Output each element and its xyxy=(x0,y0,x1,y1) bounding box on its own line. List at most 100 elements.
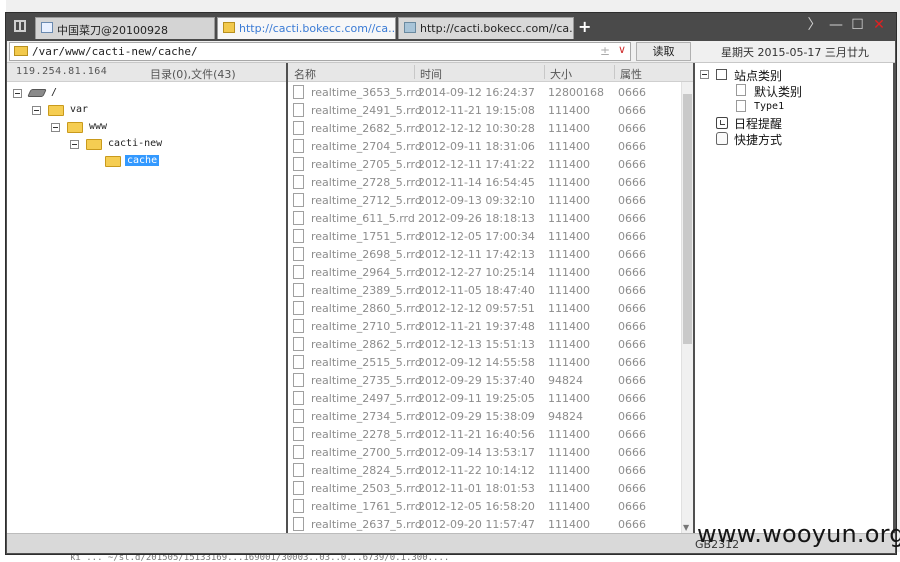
tab-database[interactable]: http://cacti.bokecc.com//ca... xyxy=(398,17,574,39)
site-category-type1[interactable]: Type1 xyxy=(720,99,880,115)
file-icon xyxy=(293,229,304,243)
tree-node-cache-selected[interactable]: cache xyxy=(89,154,239,170)
file-name: realtime_2497_5.rrd xyxy=(311,392,422,405)
file-row[interactable]: realtime_2705_5.rrd 2012-12-11 17:41:22 11… xyxy=(288,156,678,174)
file-row[interactable]: realtime_2515_5.rrd 2012-09-12 14:55:58 11… xyxy=(288,354,678,372)
tab-file-manager-active[interactable]: http://cacti.bokecc.com//ca... xyxy=(217,17,396,39)
column-header-size[interactable]: 大小 xyxy=(550,66,572,82)
file-name: realtime_1761_5.rrd xyxy=(311,500,422,513)
file-attr: 0666 xyxy=(618,482,646,495)
database-icon xyxy=(404,22,416,33)
collapse-icon[interactable] xyxy=(51,123,60,132)
file-row[interactable]: realtime_2698_5.rrd 2012-12-11 17:42:13 11… xyxy=(288,246,678,264)
minimize-button[interactable]: — xyxy=(827,17,845,33)
site-category-root[interactable]: 站点类别 xyxy=(700,67,880,83)
column-divider[interactable] xyxy=(414,65,415,79)
tree-node-label: / xyxy=(51,87,58,98)
close-button[interactable]: ✕ xyxy=(870,17,888,33)
read-button[interactable]: 读取 xyxy=(636,42,691,61)
tab-label: 中国菜刀@20100928 xyxy=(57,24,168,37)
file-row[interactable]: realtime_3653_5.rrd 2014-09-12 16:24:37 12… xyxy=(288,84,678,102)
scrollbar-thumb[interactable] xyxy=(683,94,692,344)
tree-node-root[interactable]: / xyxy=(13,86,163,102)
tab-label: http://cacti.bokecc.com//ca... xyxy=(239,22,396,35)
file-name: realtime_2389_5.rrd xyxy=(311,284,422,297)
collapse-icon[interactable] xyxy=(70,140,79,149)
folder-icon xyxy=(223,22,235,33)
file-size: 111400 xyxy=(548,176,590,189)
file-row[interactable]: realtime_1751_5.rrd 2012-12-05 17:00:34 11… xyxy=(288,228,678,246)
main-window: 中国菜刀@20100928 http://cacti.bokecc.com//c… xyxy=(5,12,897,555)
shortcuts-item[interactable]: 快捷方式 xyxy=(716,131,876,147)
file-attr: 0666 xyxy=(618,446,646,459)
collapse-icon[interactable] xyxy=(32,106,41,115)
tree-node-cacti-new[interactable]: cacti-new xyxy=(70,137,220,153)
file-size: 111400 xyxy=(548,518,590,531)
file-row[interactable]: realtime_2860_5.rrd 2012-12-12 09:57:51 11… xyxy=(288,300,678,318)
schedule-reminder-item[interactable]: 日程提醒 xyxy=(716,115,876,131)
file-time: 2012-09-14 13:53:17 xyxy=(418,446,535,459)
file-row[interactable]: realtime_611_5.rrd 2012-09-26 18:18:13 111… xyxy=(288,210,678,228)
file-row[interactable]: realtime_2503_5.rrd 2012-11-01 18:01:53 11… xyxy=(288,480,678,498)
file-row[interactable]: realtime_2389_5.rrd 2012-11-05 18:47:40 11… xyxy=(288,282,678,300)
file-row[interactable]: realtime_2682_5.rrd 2012-12-12 10:30:28 11… xyxy=(288,120,678,138)
file-attr: 0666 xyxy=(618,500,646,513)
file-row[interactable]: realtime_1761_5.rrd 2012-12-05 16:58:20 11… xyxy=(288,498,678,516)
file-row[interactable]: realtime_2700_5.rrd 2012-09-14 13:53:17 11… xyxy=(288,444,678,462)
checkbox-icon[interactable] xyxy=(716,69,727,80)
bookmark-toggle-icon[interactable]: ± xyxy=(600,44,610,58)
column-divider[interactable] xyxy=(614,65,615,79)
file-row[interactable]: realtime_2712_5.rrd 2012-09-13 09:32:10 11… xyxy=(288,192,678,210)
hand-icon xyxy=(716,132,728,145)
next-arrow-icon[interactable]: 〉 xyxy=(806,17,824,33)
file-size: 111400 xyxy=(548,266,590,279)
column-header-attr[interactable]: 属性 xyxy=(620,66,642,82)
collapse-icon[interactable] xyxy=(700,70,709,79)
file-name: realtime_2734_5.rrd xyxy=(311,410,422,423)
file-time: 2012-12-05 17:00:34 xyxy=(418,230,535,243)
file-name: realtime_2862_5.rrd xyxy=(311,338,422,351)
file-name: realtime_2700_5.rrd xyxy=(311,446,422,459)
file-time: 2012-12-11 17:41:22 xyxy=(418,158,535,171)
column-divider[interactable] xyxy=(544,65,545,79)
file-time: 2012-09-11 18:31:06 xyxy=(418,140,535,153)
scroll-down-icon[interactable]: ▼ xyxy=(683,523,689,532)
maximize-button[interactable]: ☐ xyxy=(849,17,867,33)
file-row[interactable]: realtime_2862_5.rrd 2012-12-13 15:51:13 11… xyxy=(288,336,678,354)
file-row[interactable]: realtime_2735_5.rrd 2012-09-29 15:37:40 94… xyxy=(288,372,678,390)
vertical-scrollbar[interactable]: ▼ xyxy=(681,82,693,533)
collapse-icon[interactable] xyxy=(13,89,22,98)
open-folder-icon xyxy=(105,156,121,167)
tab-label: http://cacti.bokecc.com//ca... xyxy=(420,22,574,35)
tree-node-var[interactable]: var xyxy=(32,103,182,119)
file-icon xyxy=(293,517,304,531)
file-row[interactable]: realtime_2728_5.rrd 2012-11-14 16:54:45 11… xyxy=(288,174,678,192)
file-row[interactable]: realtime_2704_5.rrd 2012-09-11 18:31:06 11… xyxy=(288,138,678,156)
file-row[interactable]: realtime_2637_5.rrd 2012-09-20 11:57:47 11… xyxy=(288,516,678,533)
tree-node-www[interactable]: www xyxy=(51,120,201,136)
window-menu-icon[interactable] xyxy=(14,20,26,32)
column-header-name[interactable]: 名称 xyxy=(294,66,316,82)
site-category-default[interactable]: 默认类别 xyxy=(720,83,880,99)
file-row[interactable]: realtime_2734_5.rrd 2012-09-29 15:38:09 94… xyxy=(288,408,678,426)
file-row[interactable]: realtime_2278_5.rrd 2012-11-21 16:40:56 11… xyxy=(288,426,678,444)
file-icon xyxy=(293,301,304,315)
file-attr: 0666 xyxy=(618,140,646,153)
file-size: 111400 xyxy=(548,230,590,243)
add-tab-button[interactable]: + xyxy=(578,18,591,36)
file-name: realtime_2712_5.rrd xyxy=(311,194,422,207)
path-input[interactable]: /var/www/cacti-new/cache/ ± ∨ xyxy=(9,42,631,61)
file-attr: 0666 xyxy=(618,374,646,387)
tree-node-label: 默认类别 xyxy=(754,85,803,99)
file-name: realtime_2824_5.rrd xyxy=(311,464,422,477)
file-row[interactable]: realtime_2497_5.rrd 2012-09-11 19:25:05 11… xyxy=(288,390,678,408)
tab-home[interactable]: 中国菜刀@20100928 xyxy=(35,17,215,39)
file-row[interactable]: realtime_2824_5.rrd 2012-11-22 10:14:12 11… xyxy=(288,462,678,480)
file-row[interactable]: realtime_2491_5.rrd 2012-11-21 19:15:08 11… xyxy=(288,102,678,120)
tree-node-label: var xyxy=(70,104,89,115)
file-row[interactable]: realtime_2964_5.rrd 2012-12-27 10:25:14 11… xyxy=(288,264,678,282)
file-attr: 0666 xyxy=(618,518,646,531)
file-row[interactable]: realtime_2710_5.rrd 2012-11-21 19:37:48 11… xyxy=(288,318,678,336)
path-dropdown-icon[interactable]: ∨ xyxy=(618,43,626,56)
column-header-time[interactable]: 时间 xyxy=(420,66,442,82)
